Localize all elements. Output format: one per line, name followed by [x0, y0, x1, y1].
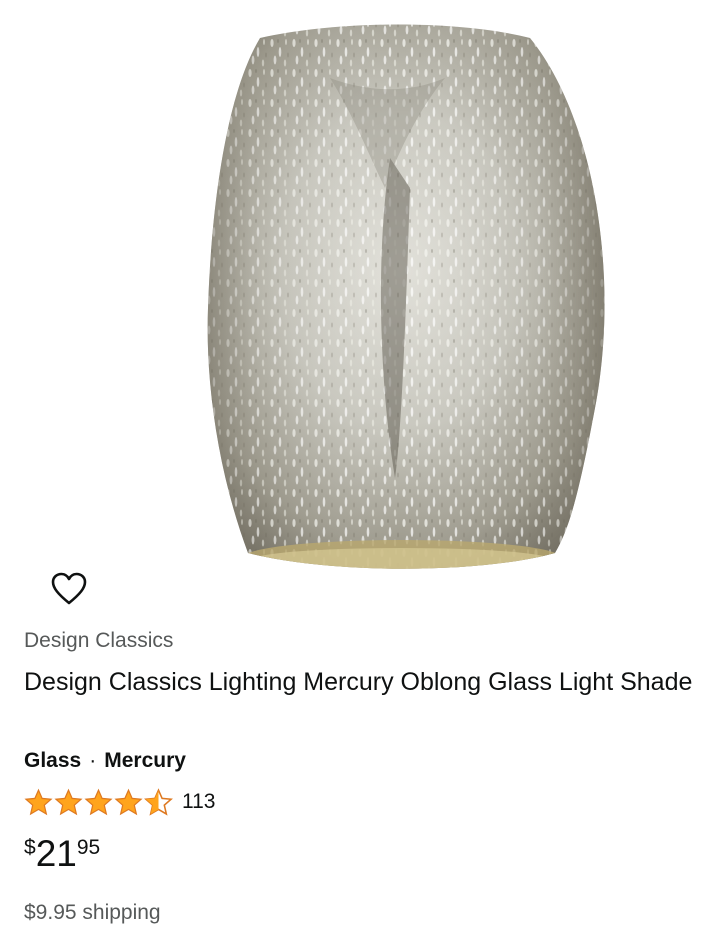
star-full-icon [114, 788, 143, 815]
variant-summary: Glass · Mercury [24, 749, 186, 773]
brand-name: Design Classics [24, 629, 174, 652]
star-half-icon [144, 787, 173, 816]
price: $2195 [24, 832, 100, 876]
variant-material: Glass [24, 749, 82, 772]
variant-finish: Mercury [104, 749, 186, 772]
star-full-icon [24, 788, 53, 815]
star-full-icon [84, 788, 113, 815]
shipping-cost: $9.95 shipping [24, 901, 161, 924]
rating-row[interactable]: 113 [24, 787, 215, 817]
star-full-icon [54, 788, 83, 815]
review-count[interactable]: 113 [182, 790, 215, 814]
product-title[interactable]: Design Classics Lighting Mercury Oblong … [24, 664, 704, 701]
variant-separator: · [89, 749, 97, 772]
heart-outline-icon[interactable] [50, 571, 88, 607]
price-whole: 21 [35, 833, 77, 874]
price-symbol: $ [24, 836, 36, 859]
star-rating [24, 787, 174, 817]
product-image[interactable] [180, 8, 620, 588]
price-fraction: 95 [76, 836, 101, 859]
